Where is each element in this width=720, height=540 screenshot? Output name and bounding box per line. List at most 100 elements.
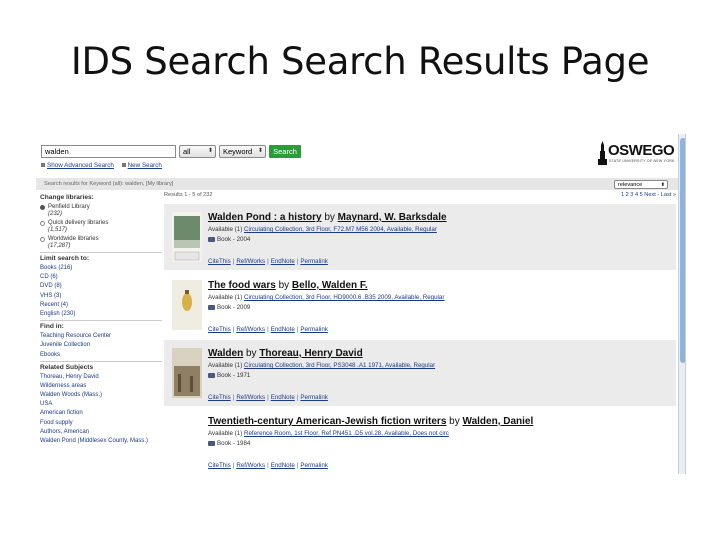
new-search-link[interactable]: New Search xyxy=(128,162,162,169)
result-title-line: Twentieth-century American-Jewish fictio… xyxy=(208,416,534,427)
result-item: Walden Pond : a history by Maynard, W. B… xyxy=(164,204,676,270)
result-title-link[interactable]: Walden Pond : a history xyxy=(208,212,322,223)
limit-link[interactable]: Books (216) xyxy=(40,265,162,272)
field-select[interactable]: Keyword ⬍ xyxy=(219,145,266,158)
permalink-link[interactable]: Permalink xyxy=(300,394,328,401)
bullet-icon xyxy=(41,163,45,168)
result-item: Walden by Thoreau, Henry David Available… xyxy=(164,340,676,406)
book-cover xyxy=(172,348,202,398)
subject-link[interactable]: Authors, American xyxy=(40,429,162,436)
result-title-link[interactable]: Twentieth-century American-Jewish fictio… xyxy=(208,416,446,427)
result-title-link[interactable]: The food wars xyxy=(208,280,276,291)
result-title-link[interactable]: Walden xyxy=(208,348,243,359)
search-header: all⬍ Keyword⬍ Search Show Advanced Searc… xyxy=(36,134,678,176)
results-info-bar: Search results for Keyword (all): walden… xyxy=(36,178,678,190)
divider xyxy=(40,360,162,362)
result-item: The food wars by Bello, Walden F. Availa… xyxy=(164,272,676,338)
library-option[interactable]: Worldwide libraries (17,287) xyxy=(40,236,162,250)
limit-link[interactable]: Recent (4) xyxy=(40,302,162,309)
library-option[interactable]: Quick delivery libraries (1,517) xyxy=(40,220,162,234)
chevron-updown-icon: ⬍ xyxy=(660,182,665,188)
citethis-link[interactable]: CiteThis xyxy=(208,258,231,265)
logo-word: OSWEGO xyxy=(608,142,675,159)
limit-list: Books (216) CD (6) DVD (8) VHS (3) Recen… xyxy=(40,265,162,318)
location-link[interactable]: Circulating Collection, 3rd Floor, HD900… xyxy=(244,294,444,301)
result-item: Twentieth-century American-Jewish fictio… xyxy=(164,408,676,474)
result-author-link[interactable]: Walden, Daniel xyxy=(463,416,534,427)
sort-select[interactable]: relevance ⬍ xyxy=(614,180,668,189)
subject-link[interactable]: American fiction xyxy=(40,410,162,417)
location-link[interactable]: Circulating Collection, 3rd Floor, PS304… xyxy=(244,362,435,369)
related-subjects-heading: Related Subjects xyxy=(40,363,94,371)
permalink-link[interactable]: Permalink xyxy=(300,326,328,333)
endnote-link[interactable]: EndNote xyxy=(271,462,295,469)
citethis-link[interactable]: CiteThis xyxy=(208,462,231,469)
citethis-link[interactable]: CiteThis xyxy=(208,394,231,401)
radio-icon[interactable] xyxy=(40,237,45,242)
oswego-logo: OSWEGO STATE UNIVERSITY OF NEW YORK xyxy=(596,140,676,166)
results-count: Results 1 - 5 of 232 xyxy=(164,192,213,198)
pagination[interactable]: 1 2 3 4 5 Next - Last » xyxy=(621,192,676,198)
book-icon xyxy=(208,440,215,446)
limit-link[interactable]: VHS (3) xyxy=(40,293,162,300)
subjects-list: Thoreau, Henry David Wilderness areas Wa… xyxy=(40,374,162,445)
endnote-link[interactable]: EndNote xyxy=(271,326,295,333)
vertical-scrollbar[interactable] xyxy=(678,134,685,474)
subject-link[interactable]: Wilderness areas xyxy=(40,383,162,390)
find-in-link[interactable]: Teaching Resource Center xyxy=(40,333,162,340)
result-author-link[interactable]: Bello, Walden F. xyxy=(292,280,368,291)
book-cover xyxy=(172,212,202,262)
header-links: Show Advanced Search New Search xyxy=(41,162,168,169)
subject-link[interactable]: Walden Woods (Mass.) xyxy=(40,392,162,399)
tower-icon xyxy=(598,141,607,165)
screenshot-window: all⬍ Keyword⬍ Search Show Advanced Searc… xyxy=(36,134,686,474)
chevron-updown-icon: ⬍ xyxy=(207,148,213,154)
result-availability: Available (1) Circulating Collection, 3r… xyxy=(208,226,437,233)
refworks-link[interactable]: Ref/Works xyxy=(236,326,265,333)
limit-link[interactable]: English (230) xyxy=(40,311,162,318)
limit-link[interactable]: DVD (8) xyxy=(40,283,162,290)
bullet-icon xyxy=(121,163,126,168)
find-in-list: Teaching Resource Center Juvenile Collec… xyxy=(40,333,162,358)
result-author-link[interactable]: Maynard, W. Barksdale xyxy=(338,212,447,223)
result-format: Book - 2009 xyxy=(208,304,250,311)
radio-selected-icon[interactable] xyxy=(40,205,45,210)
subject-link[interactable]: Food supply xyxy=(40,420,162,427)
result-author-link[interactable]: Thoreau, Henry David xyxy=(259,348,362,359)
location-link[interactable]: Circulating Collection, 3rd Floor, F72.M… xyxy=(244,226,437,233)
refworks-link[interactable]: Ref/Works xyxy=(236,394,265,401)
change-libraries-heading: Change libraries: xyxy=(40,194,94,201)
endnote-link[interactable]: EndNote xyxy=(271,258,295,265)
find-in-link[interactable]: Ebooks xyxy=(40,352,162,359)
advanced-search-link[interactable]: Show Advanced Search xyxy=(47,162,114,169)
permalink-link[interactable]: Permalink xyxy=(300,258,328,265)
library-option[interactable]: Penfield Library (232) xyxy=(40,204,162,218)
refworks-link[interactable]: Ref/Works xyxy=(236,258,265,265)
search-input[interactable] xyxy=(41,145,176,158)
subject-link[interactable]: Thoreau, Henry David xyxy=(40,374,162,381)
permalink-link[interactable]: Permalink xyxy=(300,462,328,469)
subject-link[interactable]: Walden Pond (Middlesex County, Mass.) xyxy=(40,438,162,445)
book-icon xyxy=(208,372,215,378)
result-format: Book - 1984 xyxy=(208,440,250,447)
radio-icon[interactable] xyxy=(40,221,45,226)
location-link[interactable]: Reference Room, 1st Floor, Ref PN451 .D5… xyxy=(244,430,449,437)
slide-title: IDS Search Search Results Page xyxy=(70,40,650,83)
scope-select[interactable]: all ⬍ xyxy=(179,145,216,158)
scrollbar-thumb[interactable] xyxy=(680,138,685,363)
result-actions: CiteThis | Ref/Works | EndNote | Permalink xyxy=(208,326,328,333)
citethis-link[interactable]: CiteThis xyxy=(208,326,231,333)
search-button[interactable]: Search xyxy=(269,145,301,158)
result-availability: Available (1) Reference Room, 1st Floor,… xyxy=(208,430,449,437)
result-actions: CiteThis | Ref/Works | EndNote | Permalink xyxy=(208,462,328,469)
subject-link[interactable]: USA xyxy=(40,401,162,408)
result-availability: Available (1) Circulating Collection, 3r… xyxy=(208,362,436,369)
refworks-link[interactable]: Ref/Works xyxy=(236,462,265,469)
result-availability: Available (1) Circulating Collection, 3r… xyxy=(208,294,445,301)
find-in-link[interactable]: Juvenile Collection xyxy=(40,342,162,349)
result-format: Book - 2004 xyxy=(208,236,250,243)
logo-subtitle: STATE UNIVERSITY OF NEW YORK xyxy=(609,159,675,163)
endnote-link[interactable]: EndNote xyxy=(271,394,295,401)
facet-sidebar: Change libraries: Penfield Library (232) … xyxy=(40,192,162,447)
limit-link[interactable]: CD (6) xyxy=(40,274,162,281)
